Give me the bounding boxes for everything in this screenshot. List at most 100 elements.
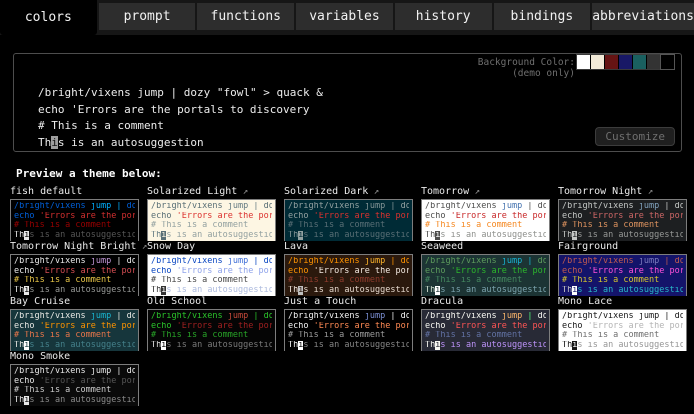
code-line: This is an autosuggestion — [151, 341, 272, 351]
token-command: /bright/vixens — [288, 312, 365, 321]
code-line: /bright/vixens jump | dozy "fowl" > quac… — [151, 257, 272, 267]
code-line: /bright/vixens jump | dozy "fowl" > quac… — [425, 202, 546, 212]
bg-swatch-dark-gray[interactable] — [647, 55, 660, 69]
theme-preview-box[interactable]: /bright/vixens jump | dozy "fowl" > quac… — [147, 254, 276, 296]
code-line: # This is a comment — [14, 386, 135, 396]
external-link-icon[interactable]: ↗ — [642, 187, 653, 197]
token-command: /bright/vixens — [151, 202, 228, 211]
theme-title[interactable]: Dracula — [421, 296, 558, 307]
token-autosuggestion: s is an autosuggestion — [58, 136, 204, 149]
tab-variables[interactable]: variables — [296, 3, 393, 30]
theme-preview-box[interactable]: /bright/vixens jump | dozy "fowl" > quac… — [421, 199, 550, 241]
token-command: /bright/vixens — [14, 312, 91, 321]
tab-colors[interactable]: colors — [0, 0, 97, 35]
external-link-icon[interactable]: ↗ — [136, 242, 147, 252]
bg-swatch-teal[interactable] — [633, 55, 646, 69]
theme-preview-box[interactable]: /bright/vixens jump | dozy "fowl" > quac… — [10, 364, 139, 406]
code-line: echo 'Errors are the portals to discover… — [151, 212, 272, 222]
theme-preview-box[interactable]: /bright/vixens jump | dozy "fowl" > quac… — [558, 199, 687, 241]
token-normal — [210, 86, 217, 99]
token-comment: # This is a comment — [425, 221, 522, 230]
token-param: jump — [91, 257, 111, 266]
theme-preview-box[interactable]: /bright/vixens jump | dozy "fowl" > quac… — [284, 254, 413, 296]
token-command: dozy — [675, 257, 683, 266]
theme-preview-box[interactable]: /bright/vixens jump | dozy "fowl" > quac… — [147, 309, 276, 351]
theme-preview-box[interactable]: /bright/vixens jump | dozy "fowl" > quac… — [558, 309, 687, 351]
terminal-preview-lines: /bright/vixens jump | dozy "fowl" > quac… — [38, 85, 561, 151]
bg-swatch-dark-red[interactable] — [605, 55, 618, 69]
theme-title[interactable]: Snow Day — [147, 241, 284, 252]
token-command: /bright/vixens — [14, 202, 91, 211]
theme-card-lava: Lava/bright/vixens jump | dozy "fowl" > … — [284, 241, 421, 296]
token-string: 'Errors are the portals to discovery — [40, 267, 135, 276]
theme-card-dracula: Dracula/bright/vixens jump | dozy "fowl"… — [421, 296, 558, 351]
theme-title[interactable]: Seaweed — [421, 241, 558, 252]
token-command: echo — [14, 377, 40, 386]
external-link-icon[interactable]: ↗ — [469, 187, 480, 197]
theme-grid: fish default/bright/vixens jump | dozy "… — [10, 186, 694, 406]
token-command: /bright/vixens — [288, 257, 365, 266]
code-line: /bright/vixens jump | dozy "fowl" > quac… — [288, 202, 409, 212]
theme-preview-box[interactable]: /bright/vixens jump | dozy "fowl" > quac… — [284, 199, 413, 241]
token-command: echo — [38, 103, 71, 116]
theme-title[interactable]: Tomorrow Night Bright ↗ — [10, 241, 147, 252]
code-line: This is an autosuggestion — [288, 286, 409, 296]
bg-swatch-black[interactable] — [661, 55, 674, 69]
tab-history[interactable]: history — [395, 3, 492, 30]
theme-title[interactable]: Mono Lace — [558, 296, 694, 307]
theme-preview-box[interactable]: /bright/vixens jump | dozy "fowl" > quac… — [421, 254, 550, 296]
bg-swatch-cream[interactable] — [591, 55, 604, 69]
token-param: jump — [639, 312, 659, 321]
theme-preview-box[interactable]: /bright/vixens jump | dozy "fowl" > quac… — [10, 254, 139, 296]
token-string: 'Errors are the portals to discovery — [177, 212, 272, 221]
code-line: echo 'Errors are the portals to discover… — [425, 212, 546, 222]
theme-card-bay-cruise: Bay Cruise/bright/vixens jump | dozy "fo… — [10, 296, 147, 351]
code-line: # This is a comment — [562, 276, 683, 286]
theme-title[interactable]: Fairground — [558, 241, 694, 252]
token-autosuggestion: s is an autosuggestion — [440, 341, 546, 350]
token-param: jump — [365, 257, 385, 266]
token-string: 'Errors are the portals to discovery — [588, 267, 683, 276]
token-comment: # This is a comment — [14, 386, 111, 395]
customize-button[interactable]: Customize — [595, 127, 675, 146]
theme-title[interactable]: Bay Cruise — [10, 296, 147, 307]
token-autosuggestion: s is an autosuggestion — [29, 341, 135, 350]
theme-title[interactable]: Tomorrow Night ↗ — [558, 186, 694, 197]
tab-bindings[interactable]: bindings — [494, 3, 591, 30]
bg-swatch-white[interactable] — [577, 55, 590, 69]
theme-title[interactable]: fish default — [10, 186, 147, 197]
theme-preview-box[interactable]: /bright/vixens jump | dozy "fowl" > quac… — [10, 199, 139, 241]
token-string: 'Errors are the portals to discovery — [451, 267, 546, 276]
theme-title[interactable]: Tomorrow ↗ — [421, 186, 558, 197]
theme-preview-box[interactable]: /bright/vixens jump | dozy "fowl" > quac… — [147, 199, 276, 241]
theme-title[interactable]: Lava — [284, 241, 421, 252]
theme-title[interactable]: Mono Smoke — [10, 351, 147, 362]
theme-title[interactable]: Solarized Dark ↗ — [284, 186, 421, 197]
token-command: dozy — [675, 202, 683, 211]
theme-title[interactable]: Old School — [147, 296, 284, 307]
code-line: # This is a comment — [562, 331, 683, 341]
tab-prompt[interactable]: prompt — [99, 3, 196, 30]
theme-preview-box[interactable]: /bright/vixens jump | dozy "fowl" > quac… — [558, 254, 687, 296]
theme-title[interactable]: Solarized Light ↗ — [147, 186, 284, 197]
code-line: This is an autosuggestion — [288, 341, 409, 351]
code-line: This is an autosuggestion — [425, 341, 546, 351]
token-autosuggestion: s is an autosuggestion — [303, 341, 409, 350]
external-link-icon[interactable]: ↗ — [237, 187, 248, 197]
token-normal — [177, 86, 184, 99]
theme-preview-box[interactable]: /bright/vixens jump | dozy "fowl" > quac… — [10, 309, 139, 351]
code-line: /bright/vixens jump | dozy "fowl" > quac… — [562, 312, 683, 322]
tab-functions[interactable]: functions — [197, 3, 294, 30]
token-normal: Th — [425, 286, 435, 295]
code-line: echo 'Errors are the portals to discover… — [288, 322, 409, 332]
theme-preview-box[interactable]: /bright/vixens jump | dozy "fowl" > quac… — [421, 309, 550, 351]
token-autosuggestion: s is an autosuggestion — [303, 231, 409, 240]
external-link-icon[interactable]: ↗ — [368, 187, 379, 197]
token-command: /bright/vixens — [425, 257, 502, 266]
theme-preview-box[interactable]: /bright/vixens jump | dozy "fowl" > quac… — [284, 309, 413, 351]
tab-abbreviations[interactable]: abbreviations — [592, 3, 694, 30]
theme-title[interactable]: Just a Touch — [284, 296, 421, 307]
bg-swatch-navy[interactable] — [619, 55, 632, 69]
token-command: dozy — [264, 312, 272, 321]
token-command: dozy — [401, 257, 409, 266]
